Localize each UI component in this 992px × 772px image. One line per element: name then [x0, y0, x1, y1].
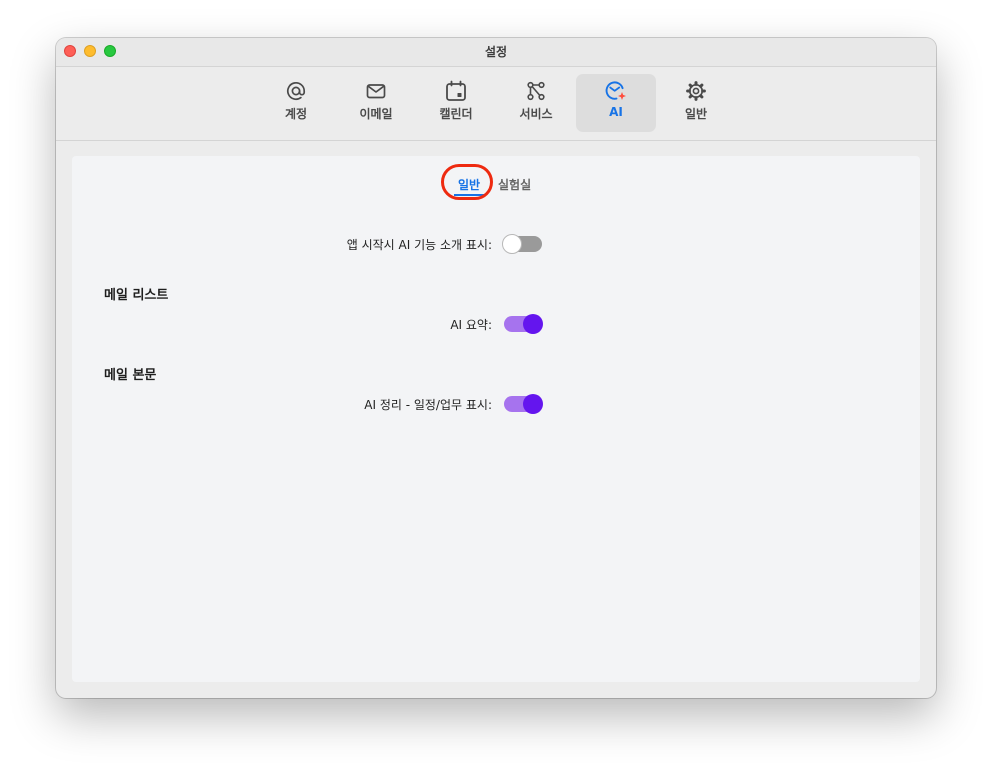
ai-summary-toggle[interactable]	[504, 314, 543, 334]
tab-ai[interactable]: AI	[576, 74, 656, 132]
services-icon	[527, 81, 545, 101]
toggle-knob	[523, 314, 543, 334]
at-sign-icon	[286, 82, 306, 101]
subtab-lab[interactable]: 실험실	[498, 176, 531, 193]
ai-mail-icon	[605, 81, 626, 100]
preferences-toolbar: 계정 이메일 캘린더 서비스 AI 일반	[56, 67, 936, 141]
tab-calendar[interactable]: 캘린더	[416, 74, 496, 132]
tab-services-label: 서비스	[519, 107, 553, 121]
title-bar: 설정	[56, 38, 936, 67]
section-title-mail-list: 메일 리스트	[104, 288, 169, 303]
tab-account-label: 계정	[284, 107, 308, 121]
calendar-icon	[446, 80, 466, 101]
ai-organize-label: AI 정리 - 일정/업무 표시:	[364, 398, 492, 412]
window-title: 설정	[484, 45, 508, 59]
tab-ai-label: AI	[609, 105, 623, 119]
intro-toggle[interactable]	[502, 234, 542, 254]
toggle-knob	[502, 234, 522, 254]
tab-calendar-label: 캘린더	[439, 107, 473, 121]
section-title-mail-body: 메일 본문	[104, 368, 157, 383]
highlight-annotation	[441, 164, 493, 200]
gear-icon	[686, 81, 706, 101]
tab-email-label: 이메일	[359, 107, 393, 121]
tab-general[interactable]: 일반	[656, 74, 736, 132]
subtab-bar: 일반 실험실	[72, 156, 920, 206]
tab-account[interactable]: 계정	[256, 74, 336, 132]
envelope-icon	[366, 84, 386, 99]
tab-general-label: 일반	[684, 107, 708, 121]
settings-window: 설정 계정 이메일 캘린더 서비스 AI 일반 일반 실험실 앱 시작시 AI …	[56, 38, 936, 698]
tab-email[interactable]: 이메일	[336, 74, 416, 132]
toggle-knob	[523, 394, 543, 414]
ai-summary-label: AI 요약:	[450, 318, 492, 332]
intro-setting-label: 앱 시작시 AI 기능 소개 표시:	[346, 238, 492, 252]
ai-organize-toggle[interactable]	[504, 394, 543, 414]
tab-services[interactable]: 서비스	[496, 74, 576, 132]
ai-settings-panel: 일반 실험실 앱 시작시 AI 기능 소개 표시: 메일 리스트 AI 요약: …	[72, 156, 920, 682]
